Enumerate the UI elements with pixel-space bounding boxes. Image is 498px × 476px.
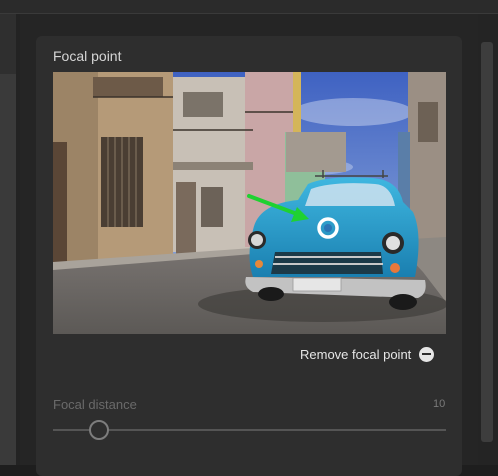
remove-focal-point-button[interactable]: Remove focal point [300, 345, 435, 363]
focal-distance-slider-thumb[interactable] [89, 420, 109, 440]
photo-illustration [53, 72, 446, 334]
left-panel-strip [0, 14, 16, 465]
focal-distance-label: Focal distance [53, 397, 137, 412]
focal-distance-value: 10 [433, 398, 446, 410]
top-toolbar [0, 0, 498, 14]
remove-focal-point-label: Remove focal point [300, 346, 412, 362]
minus-circle-icon [419, 346, 435, 362]
focal-point-photo[interactable] [53, 72, 446, 334]
panel-title: Focal point [53, 48, 122, 64]
scrollbar-thumb[interactable] [481, 42, 493, 442]
focal-distance-slider-track[interactable] [53, 429, 446, 431]
left-panel-strip-top [0, 14, 16, 74]
